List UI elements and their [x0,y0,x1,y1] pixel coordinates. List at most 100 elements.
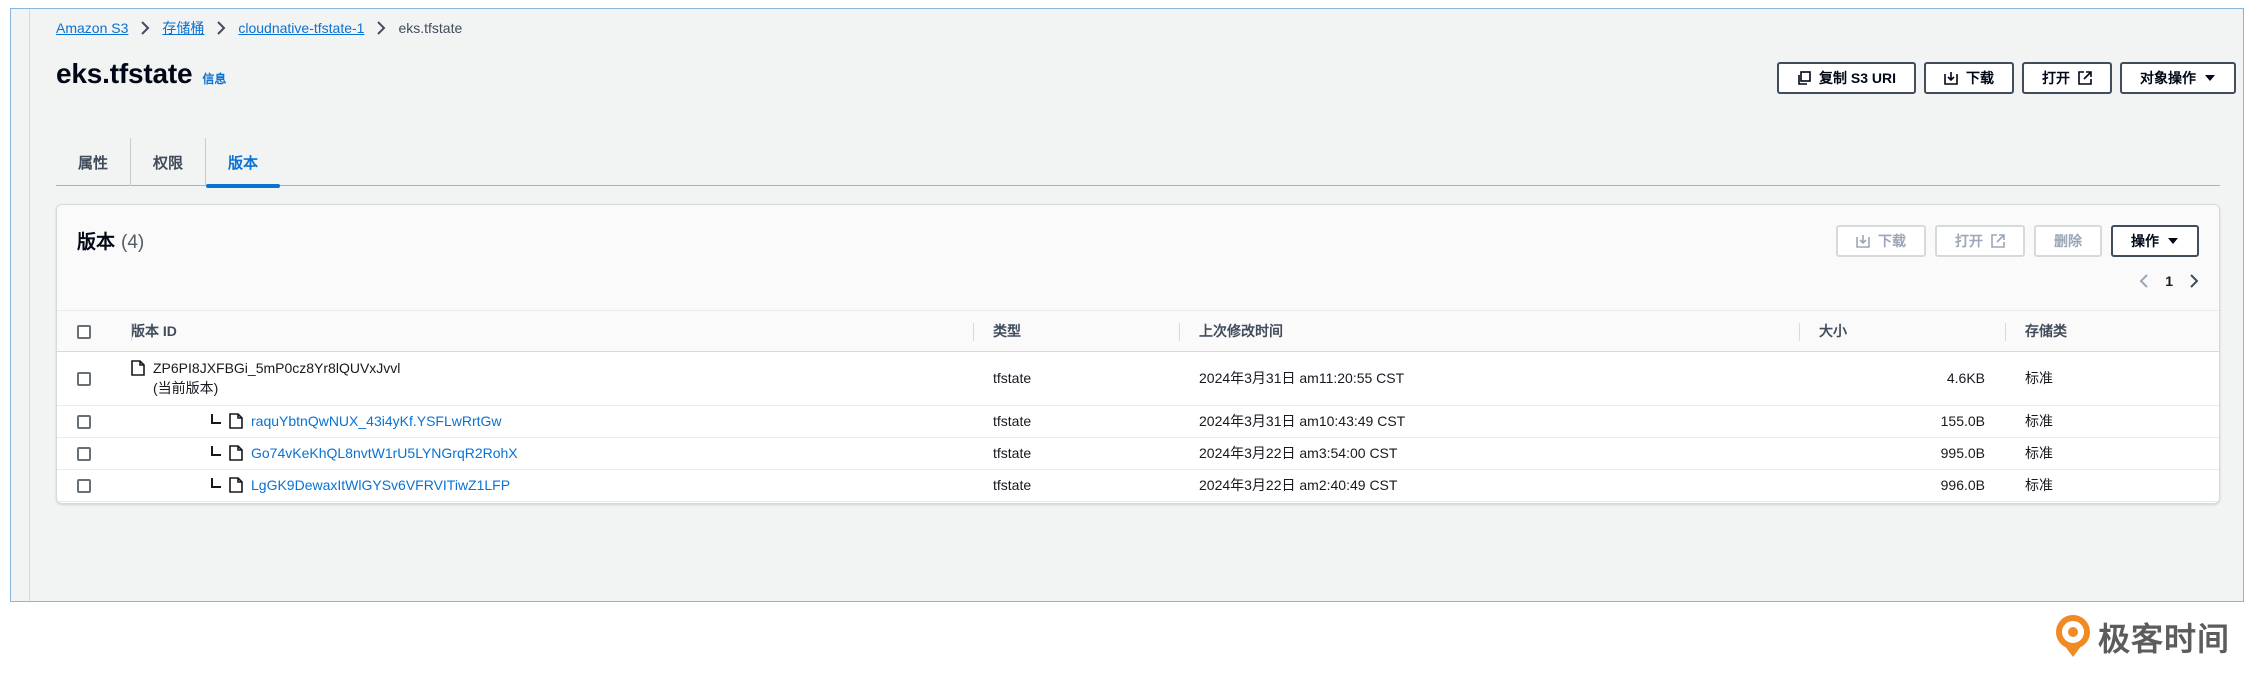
versions-title-text: 版本 [77,232,116,253]
chevron-right-icon [216,21,226,35]
table-header-row: 版本 ID 类型 上次修改时间 大小 存储类 [57,311,2219,352]
modified-cell: 2024年3月22日 am2:40:49 CST [1179,469,1799,502]
version-id-cell: Go74vKeKhQL8nvtW1rU5LYNGrqR2RohX [131,437,973,470]
external-link-icon [1991,234,2005,248]
breadcrumb-buckets[interactable]: 存储桶 [162,18,204,38]
versions-count: (4) [121,232,145,253]
size-cell: 155.0B [1799,405,2005,438]
column-divider [2005,323,2006,341]
page-number[interactable]: 1 [2165,273,2173,289]
breadcrumb-amazon-s3[interactable]: Amazon S3 [56,20,128,36]
tab-versions-label: 版本 [228,154,259,172]
size-cell: 4.6KB [1799,351,2005,406]
download-icon [1944,72,1958,85]
table-row[interactable]: raquYbtnQwNUX_43i4yKf.YSFLwRrtGw tfstate… [57,405,2219,438]
type-cell: tfstate [973,351,1179,406]
row-checkbox[interactable] [77,372,91,387]
row-select-cell [57,405,131,438]
version-id-cell: LgGK9DewaxItWlGYSv6VFRVITiwZ1LFP [131,469,973,502]
select-all-checkbox[interactable] [77,324,91,339]
version-id-wrap: ZP6PI8JXFBGi_5mP0cz8Yr8lQUVxJvvl (当前版本) [131,358,973,398]
row-select-cell [57,437,131,470]
row-select-cell [57,351,131,406]
object-actions-dropdown[interactable]: 对象操作 [2120,62,2236,94]
child-branch-icon [211,414,221,424]
version-id-link[interactable]: Go74vKeKhQL8nvtW1rU5LYNGrqR2RohX [251,445,518,461]
caret-down-icon [2168,238,2178,244]
versions-title: 版本 (4) [77,227,144,254]
version-id-link[interactable]: LgGK9DewaxItWlGYSv6VFRVITiwZ1LFP [251,477,510,493]
file-icon [229,477,243,493]
external-link-icon [2078,71,2092,85]
child-branch-icon [211,446,221,456]
col-type[interactable]: 类型 [973,311,1179,352]
version-download-button[interactable]: 下载 [1836,225,1926,257]
modified-cell: 2024年3月31日 am11:20:55 CST [1179,351,1799,406]
versions-table: 版本 ID 类型 上次修改时间 大小 存储类 ZP6PI8JXFBGi_5mP0… [57,311,2219,502]
col-type-label: 类型 [993,322,1021,339]
row-checkbox[interactable] [77,479,91,494]
version-id-wrap: Go74vKeKhQL8nvtW1rU5LYNGrqR2RohX [131,445,973,461]
col-size[interactable]: 大小 [1799,311,2005,352]
chevron-left-icon[interactable] [2139,273,2149,289]
file-icon [229,445,243,461]
download-button[interactable]: 下载 [1924,62,2014,94]
current-version-label: (当前版本) [153,380,219,396]
col-version-id-label: 版本 ID [131,322,177,339]
geektime-logo-icon [2056,615,2090,657]
caret-down-icon [2205,75,2215,81]
version-open-label: 打开 [1955,233,1983,249]
tab-permissions-label: 权限 [153,154,184,172]
size-cell: 996.0B [1799,469,2005,502]
storage-class-cell: 标准 [2005,351,2219,406]
version-id-text: ZP6PI8JXFBGi_5mP0cz8Yr8lQUVxJvvl (当前版本) [153,358,400,398]
storage-class-cell: 标准 [2005,405,2219,438]
col-last-modified[interactable]: 上次修改时间 [1179,311,1799,352]
table-row[interactable]: ZP6PI8JXFBGi_5mP0cz8Yr8lQUVxJvvl (当前版本) … [57,351,2219,406]
left-rule [29,9,30,601]
storage-class-cell: 标准 [2005,437,2219,470]
object-actions-bar: 复制 S3 URI 下载 打开 对象操作 [1776,62,2236,94]
version-actions-dropdown[interactable]: 操作 [2111,225,2199,257]
chevron-right-icon[interactable] [2189,273,2199,289]
version-open-button[interactable]: 打开 [1935,225,2025,257]
column-divider [131,323,132,341]
type-cell: tfstate [973,437,1179,470]
breadcrumb-bucket[interactable]: cloudnative-tfstate-1 [238,20,364,36]
download-label: 下载 [1966,70,1994,86]
tab-properties[interactable]: 属性 [56,138,130,186]
copy-s3-uri-button[interactable]: 复制 S3 URI [1776,62,1916,94]
file-icon [131,360,145,376]
version-actions-label: 操作 [2131,233,2159,249]
copy-s3-uri-label: 复制 S3 URI [1818,70,1896,86]
col-version-id[interactable]: 版本 ID [131,311,973,352]
chevron-right-icon [140,21,150,35]
row-select-cell [57,469,131,502]
table-row[interactable]: Go74vKeKhQL8nvtW1rU5LYNGrqR2RohX tfstate… [57,437,2219,470]
child-branch-icon [211,478,221,488]
tab-versions[interactable]: 版本 [205,138,281,188]
type-cell: tfstate [973,405,1179,438]
column-divider [1799,323,1800,341]
version-id-wrap: raquYbtnQwNUX_43i4yKf.YSFLwRrtGw [131,413,973,429]
row-checkbox[interactable] [77,415,91,430]
pagination: 1 [2139,273,2199,289]
col-storage-class[interactable]: 存储类 [2005,311,2219,352]
row-checkbox[interactable] [77,447,91,462]
breadcrumb-current: eks.tfstate [398,20,463,36]
version-id-link[interactable]: raquYbtnQwNUX_43i4yKf.YSFLwRrtGw [251,413,502,429]
info-link[interactable]: 信息 [202,70,226,87]
versions-header: 版本 (4) 下载 打开 删除 操作 1 [57,205,2219,311]
version-delete-button[interactable]: 删除 [2034,225,2102,257]
table-row[interactable]: LgGK9DewaxItWlGYSv6VFRVITiwZ1LFP tfstate… [57,469,2219,502]
download-icon [1856,235,1870,248]
page-title: eks.tfstate [56,58,193,89]
version-id: ZP6PI8JXFBGi_5mP0cz8Yr8lQUVxJvvl [153,360,401,376]
open-button[interactable]: 打开 [2022,62,2112,94]
type-cell: tfstate [973,469,1179,502]
column-divider [1179,323,1180,341]
tab-permissions[interactable]: 权限 [130,138,205,186]
open-label: 打开 [2042,70,2070,86]
breadcrumb: Amazon S3 存储桶 cloudnative-tfstate-1 eks.… [56,18,462,38]
version-delete-label: 删除 [2054,233,2082,249]
